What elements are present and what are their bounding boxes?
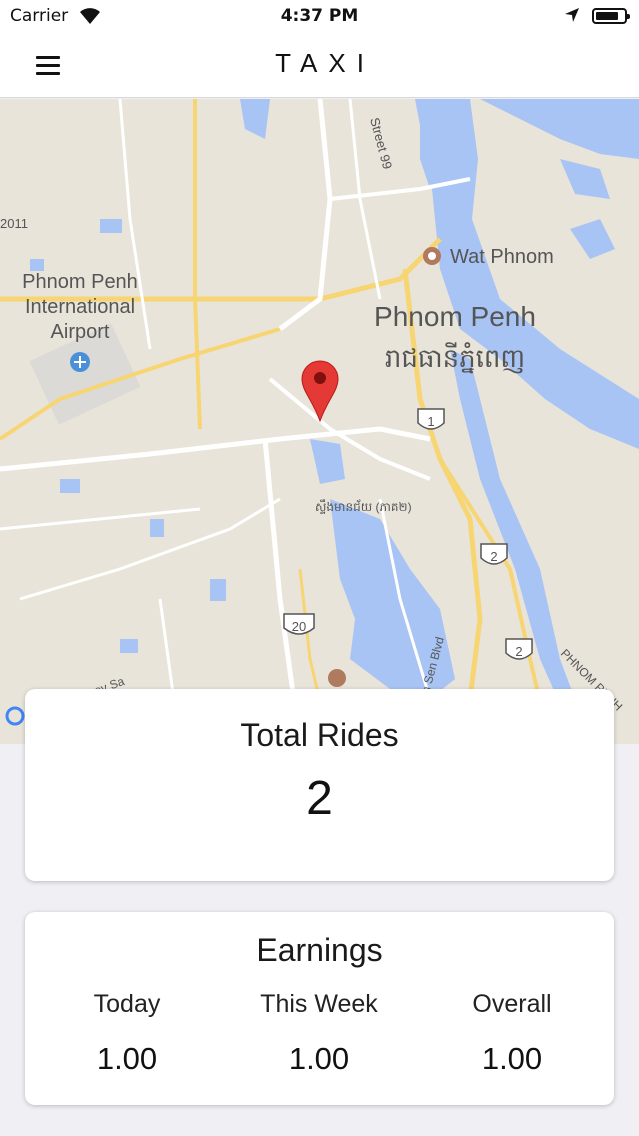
- map-view[interactable]: 1 2 2 20 Street 99 2011 Phnom Penh Inter…: [0, 99, 639, 744]
- map-label-district-khmer: ស្ទឹងមានជ័យ (ភាគ២): [315, 499, 412, 514]
- earnings-title: Earnings: [256, 932, 383, 968]
- earnings-today-label: Today: [93, 990, 161, 1018]
- map-canvas[interactable]: 1 2 2 20 Street 99 2011 Phnom Penh Inter…: [0, 99, 639, 744]
- route-shield-20: 20: [283, 613, 315, 635]
- nav-bar: TAXI: [0, 34, 639, 98]
- map-label-road-code: 2011: [0, 216, 28, 231]
- page-title: TAXI: [275, 48, 375, 78]
- total-rides-title: Total Rides: [240, 717, 399, 753]
- earnings-overall-value: 1.00: [481, 1041, 543, 1076]
- earnings-today: Today 1.00: [29, 990, 225, 1077]
- earnings-card: Earnings Today 1.00 This Week 1.00 Overa…: [25, 912, 614, 1105]
- earnings-week-value: 1.00: [288, 1041, 350, 1076]
- status-time: 4:37 PM: [280, 6, 359, 26]
- map-label-airport-2: International: [25, 296, 135, 318]
- route-shield-2a: 2: [480, 543, 508, 565]
- battery-icon: [592, 8, 630, 24]
- svg-text:1: 1: [427, 414, 434, 429]
- earnings-overall-label: Overall: [472, 990, 552, 1018]
- svg-text:2: 2: [490, 549, 497, 564]
- svg-text:20: 20: [292, 619, 306, 634]
- status-bar: Carrier 4:37 PM: [0, 0, 639, 34]
- svg-text:2: 2: [515, 644, 522, 659]
- total-rides-card: Total Rides 2: [25, 689, 614, 881]
- route-shield-1: 1: [417, 408, 445, 430]
- earnings-week-label: This Week: [260, 990, 378, 1018]
- earnings-overall: Overall 1.00: [414, 990, 610, 1077]
- total-rides-value: 2: [306, 772, 333, 825]
- location-arrow-icon: [565, 8, 579, 22]
- map-label-city: Phnom Penh: [374, 301, 536, 332]
- earnings-today-value: 1.00: [96, 1041, 158, 1076]
- landmark-icon: [328, 669, 346, 687]
- map-label-airport-3: Airport: [51, 321, 110, 343]
- map-label-city-khmer: រាជធានីភ្នំពេញ: [385, 342, 525, 374]
- map-label-wat-phnom: Wat Phnom: [450, 246, 554, 268]
- earnings-week: This Week 1.00: [221, 990, 417, 1077]
- route-shield-2b: 2: [505, 638, 533, 660]
- map-label-airport-1: Phnom Penh: [22, 271, 138, 293]
